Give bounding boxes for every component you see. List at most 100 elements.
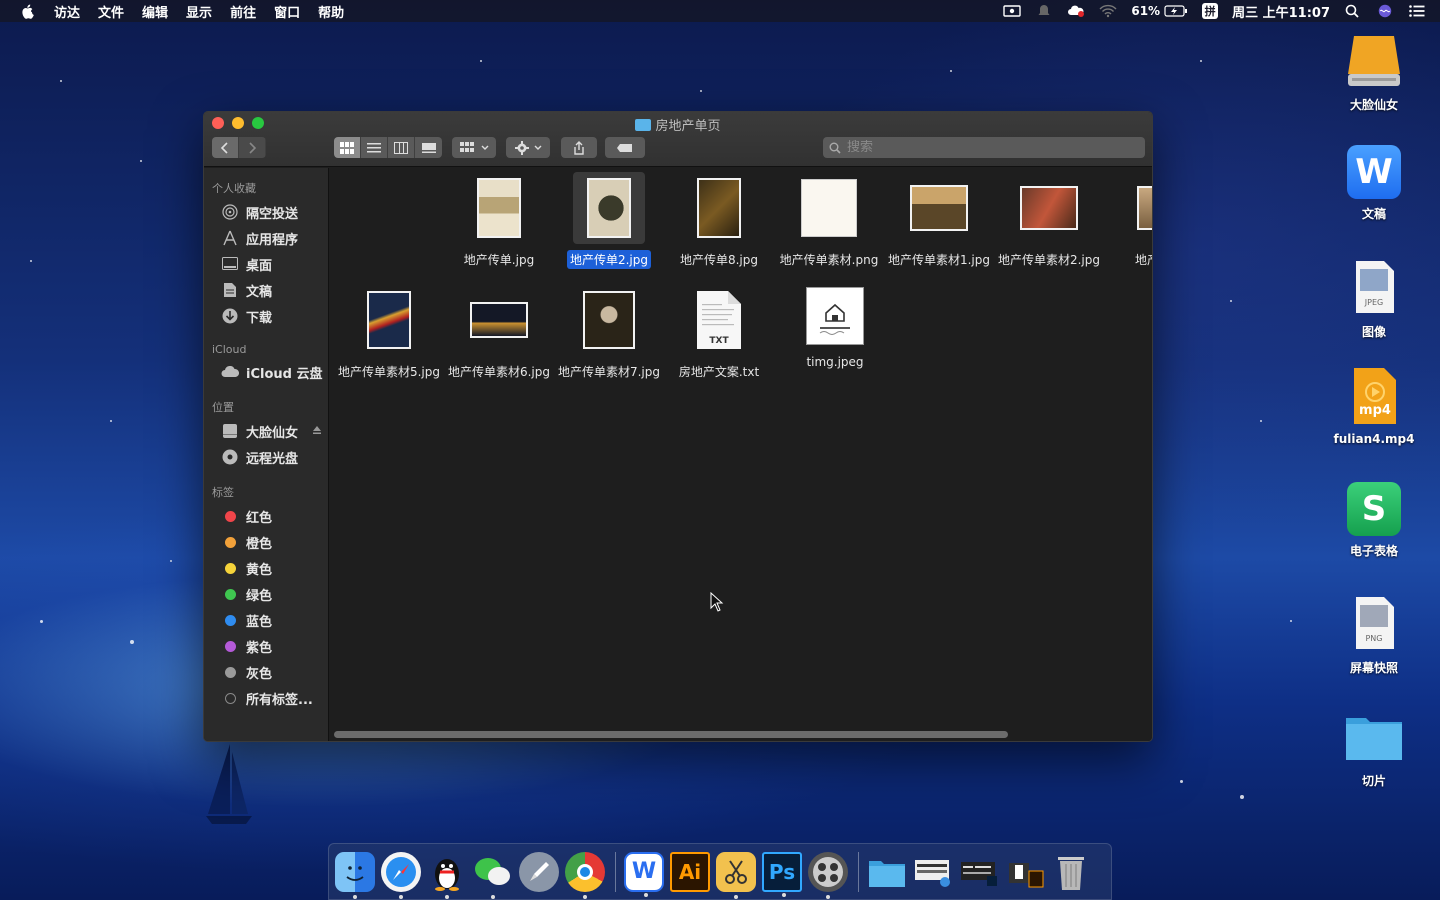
sidebar-item-desktop[interactable]: 桌面	[204, 251, 328, 277]
forward-button[interactable]	[239, 137, 266, 158]
sidebar-tag-gray[interactable]: 灰色	[204, 659, 328, 685]
horizontal-scrollbar[interactable]	[334, 731, 1008, 738]
safari-icon[interactable]	[381, 851, 421, 899]
sidebar-item-drive[interactable]: 大脸仙女	[204, 418, 328, 444]
desktop-icon-spreadsheet[interactable]: S 电子表格	[1329, 482, 1419, 559]
menu-go[interactable]: 前往	[230, 2, 256, 21]
wechat-icon[interactable]	[473, 852, 513, 899]
back-button[interactable]	[212, 137, 239, 158]
sidebar-item-airdrop[interactable]: 隔空投送	[204, 199, 328, 225]
wifi-icon[interactable]	[1099, 4, 1117, 18]
chevron-down-icon	[534, 145, 541, 150]
menu-edit[interactable]: 编辑	[142, 2, 168, 21]
sidebar-tag-blue[interactable]: 蓝色	[204, 607, 328, 633]
finder-icon[interactable]	[335, 851, 375, 899]
downloads-folder-icon[interactable]	[867, 852, 907, 892]
jpg-thumbnail-icon	[1020, 186, 1078, 230]
chrome-icon[interactable]	[565, 851, 605, 899]
jpg-thumbnail-icon	[367, 291, 411, 349]
gallery-view-button[interactable]	[415, 137, 442, 158]
menu-view[interactable]: 显示	[186, 2, 212, 21]
desktop-icon-documents[interactable]: W 文稿	[1329, 145, 1419, 222]
illustrator-icon[interactable]: Ai	[670, 851, 710, 892]
sidebar-item-applications[interactable]: 应用程序	[204, 225, 328, 251]
file-item[interactable]: 地产传单素材2.jpg	[994, 172, 1104, 269]
sidebar-tag-purple[interactable]: 紫色	[204, 633, 328, 659]
desktop-icon-drive[interactable]: 大脸仙女	[1329, 30, 1419, 113]
file-item-partial[interactable]: 地产传单	[1104, 172, 1152, 269]
file-item[interactable]: 地产传单素材5.jpg	[334, 284, 444, 381]
sidebar-item-downloads[interactable]: 下载	[204, 303, 328, 329]
jpeg-file-icon: JPEG	[1344, 257, 1404, 317]
photoshop-icon[interactable]: Ps	[762, 851, 802, 897]
icon-view-button[interactable]	[334, 137, 361, 158]
search-field[interactable]	[823, 137, 1145, 158]
siri-icon[interactable]	[1376, 4, 1394, 18]
cloud-icon	[221, 364, 239, 380]
action-menu-button[interactable]	[506, 137, 550, 158]
photo-booth-icon[interactable]	[808, 851, 848, 899]
file-name: 地产传单2.jpg	[566, 250, 652, 269]
screenshot-stack-icon[interactable]	[913, 852, 953, 892]
qq-icon[interactable]	[427, 852, 467, 899]
file-item[interactable]: 地产传单.jpg	[444, 172, 554, 269]
applications-icon	[221, 230, 239, 246]
apple-menu-icon[interactable]	[20, 3, 36, 19]
file-item[interactable]: timg.jpeg	[780, 280, 890, 370]
sidebar-tag-green[interactable]: 绿色	[204, 581, 328, 607]
edit-tags-button[interactable]	[605, 137, 645, 158]
file-item-selected[interactable]: 地产传单2.jpg	[554, 172, 664, 269]
desktop-icon-images[interactable]: JPEG 图像	[1329, 257, 1419, 340]
stack-ai-icon[interactable]	[1005, 852, 1045, 892]
battery-charging-icon[interactable]	[1164, 5, 1188, 17]
sidebar-item-documents[interactable]: 文稿	[204, 277, 328, 303]
sidebar-header-favorites: 个人收藏	[212, 182, 256, 195]
cloud-sync-icon[interactable]	[1067, 4, 1085, 18]
input-method-indicator[interactable]: 拼	[1202, 3, 1219, 19]
folder-icon	[1344, 706, 1404, 766]
notification-bell-icon[interactable]	[1035, 4, 1053, 18]
group-by-button[interactable]	[452, 137, 496, 158]
file-name: 地产传单素材5.jpg	[337, 365, 441, 379]
menu-file[interactable]: 文件	[98, 2, 124, 21]
launchpad-icon[interactable]	[519, 851, 559, 892]
file-name: 地产传单素材2.jpg	[997, 253, 1101, 267]
scissors-app-icon[interactable]	[716, 851, 756, 899]
desktop-icon-slices-folder[interactable]: 切片	[1329, 706, 1419, 789]
search-input[interactable]	[847, 140, 1127, 155]
wps-icon[interactable]: W	[624, 851, 664, 897]
jpeg-logo-thumbnail-icon	[806, 287, 864, 345]
desktop-icon-screenshots[interactable]: PNG 屏幕快照	[1329, 593, 1419, 676]
menu-window[interactable]: 窗口	[274, 2, 300, 21]
desktop-icon-mp4[interactable]: mp4 fulian4.mp4	[1329, 366, 1419, 446]
sidebar-item-remote-disc[interactable]: 远程光盘	[204, 444, 328, 470]
tag-dot-red	[224, 510, 236, 522]
sidebar-tag-orange[interactable]: 橙色	[204, 529, 328, 555]
spotlight-search-icon[interactable]	[1344, 4, 1362, 18]
notification-center-icon[interactable]	[1408, 4, 1426, 18]
finder-titlebar: 房地产单页	[204, 112, 1152, 167]
menu-help[interactable]: 帮助	[318, 2, 344, 21]
list-view-button[interactable]	[361, 137, 388, 158]
file-item[interactable]: 地产传单素材1.jpg	[884, 172, 994, 269]
sidebar-tag-yellow[interactable]: 黄色	[204, 555, 328, 581]
sidebar-item-icloud-drive[interactable]: iCloud 云盘	[204, 359, 328, 385]
column-view-button[interactable]	[388, 137, 415, 158]
screenshot-stack-2-icon[interactable]	[959, 852, 999, 892]
file-item[interactable]: 地产传单素材7.jpg	[554, 284, 664, 381]
file-item[interactable]: 地产传单素材6.jpg	[444, 284, 554, 381]
sidebar-tag-red[interactable]: 红色	[204, 503, 328, 529]
menubar-clock[interactable]: 周三 上午11:07	[1232, 2, 1330, 21]
file-item[interactable]: 地产传单8.jpg	[664, 172, 774, 269]
screen-record-icon[interactable]	[1003, 4, 1022, 18]
file-item[interactable]: 地产传单素材.png	[774, 172, 884, 269]
trash-icon[interactable]	[1051, 852, 1091, 892]
sidebar-item-label: 黄色	[246, 562, 273, 578]
menu-finder[interactable]: 访达	[54, 2, 80, 21]
share-button[interactable]	[561, 137, 597, 158]
nav-buttons	[212, 137, 266, 158]
desktop-icon-label: 图像	[1361, 325, 1386, 339]
file-item[interactable]: TXT 房地产文案.txt	[664, 284, 774, 381]
eject-icon[interactable]	[312, 425, 322, 435]
sidebar-all-tags[interactable]: 所有标签...	[204, 685, 328, 711]
